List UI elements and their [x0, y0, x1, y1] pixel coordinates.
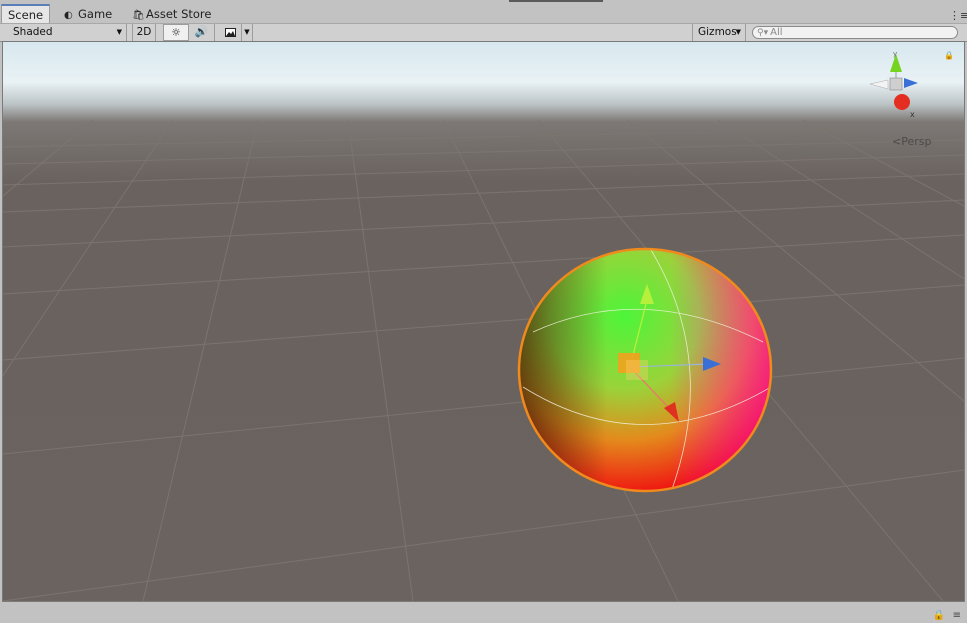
tab-game-label: Game [78, 7, 113, 21]
tab-game[interactable]: ◐ Game [58, 5, 118, 23]
tab-scene[interactable]: Scene [1, 4, 51, 24]
search-placeholder: All [770, 27, 783, 38]
scene-orientation-gizmo[interactable]: x y [866, 50, 956, 130]
dropdown-arrow-icon: ▼ [735, 28, 741, 36]
x-cone-icon [894, 94, 910, 110]
projection-toggle[interactable]: <Persp [892, 135, 931, 148]
search-icon: ⚲▾ [757, 28, 769, 38]
scene-toolbar: Shaded ▼ 2D ☼ 🔊 ▼ Gizmos ▼ ⚲▾ All [0, 23, 967, 42]
z-cone-icon [904, 78, 918, 88]
image-icon[interactable] [219, 24, 241, 41]
axis-y-label: y [893, 50, 897, 58]
shading-mode-value: Shaded [13, 26, 53, 38]
neg-x-cone-icon [869, 79, 889, 90]
hierarchy-search-input[interactable]: ⚲▾ All [752, 26, 958, 39]
ground-grid [3, 119, 964, 601]
tab-scene-label: Scene [8, 8, 44, 22]
effects-dropdown-arrow-icon[interactable]: ▼ [241, 24, 253, 41]
sun-icon[interactable]: ☼ [163, 24, 189, 41]
shading-mode-dropdown[interactable]: Shaded ▼ [7, 24, 127, 41]
gizmos-label: Gizmos [698, 26, 737, 38]
dropdown-arrow-icon: ▼ [116, 28, 122, 36]
scene-render [3, 119, 964, 601]
panel-menu-icon[interactable]: ⋮≡ [949, 10, 967, 22]
lock-icon[interactable]: 🔒 [933, 610, 945, 621]
window-drag-handle[interactable] [509, 0, 603, 2]
tab-bar: Scene ◐ Game 🛍Asset Store ⋮≡ [0, 4, 967, 24]
projection-label: Persp [901, 135, 932, 148]
tab-asset-store-label: Asset Store [146, 7, 212, 21]
gizmos-dropdown[interactable]: Gizmos ▼ [692, 24, 746, 41]
toggle-2d-button[interactable]: 2D [132, 24, 156, 41]
tab-asset-store[interactable]: 🛍Asset Store [126, 5, 218, 23]
panel-options-icon[interactable]: ≡ [953, 610, 961, 621]
lock-icon[interactable]: 🔒 [944, 51, 954, 60]
scene-viewport[interactable]: x y 🔒 <Persp [2, 41, 965, 602]
speaker-icon[interactable]: 🔊 [189, 24, 215, 41]
axis-x-label: x [910, 110, 915, 119]
chevron-left-icon: < [892, 135, 902, 148]
center-cube-icon [889, 77, 903, 91]
